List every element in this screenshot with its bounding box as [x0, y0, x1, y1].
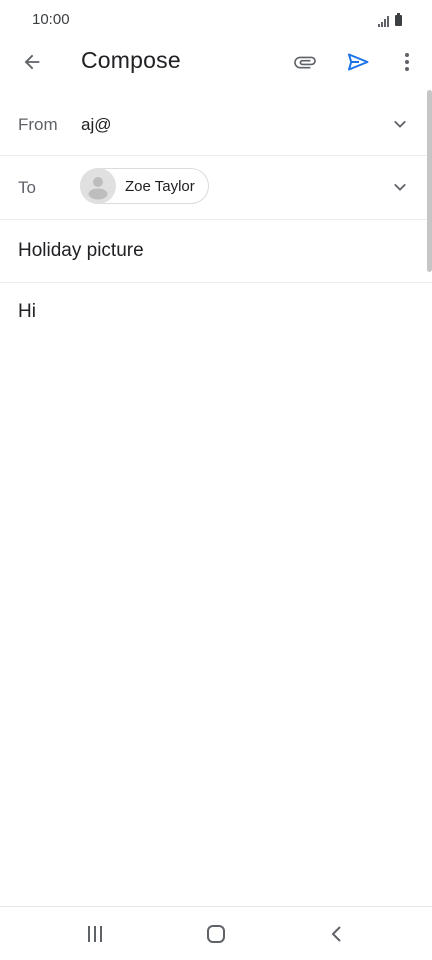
- compose-screen: 10:00 Compose From aj@ To Zoe Taylor Hol…: [0, 0, 432, 960]
- status-time: 10:00: [32, 11, 70, 28]
- status-icons: [378, 11, 402, 27]
- home-icon: [207, 925, 225, 943]
- recent-apps-button[interactable]: [75, 920, 115, 948]
- from-row: From aj@: [0, 93, 432, 156]
- send-icon: [348, 53, 369, 71]
- more-vert-icon: [405, 53, 409, 71]
- from-expand-button[interactable]: [390, 114, 410, 134]
- body-field[interactable]: Hi: [18, 301, 36, 323]
- battery-icon: [395, 13, 402, 26]
- from-label: From: [18, 115, 58, 134]
- from-field[interactable]: aj@: [81, 115, 112, 135]
- more-options-button[interactable]: [387, 42, 427, 82]
- to-expand-button[interactable]: [390, 177, 410, 197]
- recipient-chip[interactable]: Zoe Taylor: [80, 168, 209, 204]
- subject-field[interactable]: Holiday picture: [18, 240, 144, 262]
- arrow-back-icon: [24, 54, 40, 70]
- body-area[interactable]: Hi: [0, 283, 432, 903]
- back-button[interactable]: [12, 42, 52, 82]
- page-title: Compose: [81, 47, 181, 73]
- status-bar: 10:00: [0, 0, 432, 38]
- send-button[interactable]: [338, 42, 378, 82]
- person-icon: [88, 177, 108, 200]
- signal-icon: [378, 15, 389, 27]
- nav-back-button[interactable]: [317, 920, 357, 948]
- subject-row: Holiday picture: [0, 220, 432, 283]
- chevron-down-icon: [394, 183, 406, 191]
- paperclip-icon: [294, 56, 316, 69]
- system-nav-bar: [0, 906, 432, 960]
- to-label: To: [18, 178, 36, 197]
- app-bar: Compose: [0, 38, 432, 86]
- to-row: To Zoe Taylor: [0, 156, 432, 220]
- attach-button[interactable]: [285, 42, 325, 82]
- avatar: [80, 168, 116, 204]
- recent-apps-icon: [88, 926, 102, 942]
- recipient-name: Zoe Taylor: [125, 177, 195, 195]
- scrollbar[interactable]: [427, 90, 432, 272]
- chevron-down-icon: [394, 120, 406, 128]
- nav-back-icon: [331, 926, 341, 942]
- home-button[interactable]: [196, 920, 236, 948]
